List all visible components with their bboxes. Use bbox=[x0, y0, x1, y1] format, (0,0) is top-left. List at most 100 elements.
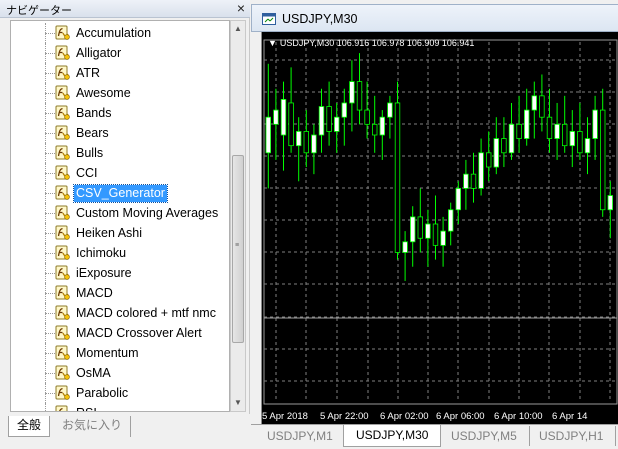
tree-branch-line bbox=[45, 233, 55, 234]
navigator-scrollbar[interactable]: ▲ ≡ ▼ bbox=[230, 20, 246, 412]
scroll-up-icon[interactable]: ▲ bbox=[231, 21, 245, 37]
custom-indicator-icon bbox=[55, 365, 70, 380]
tab-usdjpy-h1[interactable]: USDJPY,H1 bbox=[527, 426, 617, 446]
custom-indicator-icon bbox=[55, 265, 70, 280]
indicator-label: Heiken Ashi bbox=[76, 226, 143, 240]
scroll-down-icon[interactable]: ▼ bbox=[231, 395, 245, 411]
indicator-item[interactable]: Bears bbox=[11, 123, 229, 143]
indicator-item[interactable]: Momentum bbox=[11, 343, 229, 363]
candle-body bbox=[463, 173, 469, 189]
indicator-label: OsMA bbox=[76, 366, 111, 380]
x-axis-tick-label: 6 Apr 06:00 bbox=[436, 411, 485, 422]
close-icon[interactable]: × bbox=[237, 0, 245, 16]
candle-body bbox=[372, 123, 378, 136]
candle-body bbox=[349, 81, 355, 104]
candle-body bbox=[485, 152, 492, 168]
candle-body bbox=[501, 138, 507, 154]
custom-indicator-icon bbox=[55, 305, 70, 320]
indicator-label: Bands bbox=[76, 106, 112, 120]
indicator-item[interactable]: OsMA bbox=[11, 363, 229, 383]
indicator-item[interactable]: ATR bbox=[11, 63, 229, 83]
candle-body bbox=[311, 134, 317, 154]
tree-branch-line bbox=[45, 393, 55, 394]
indicator-label: Custom Moving Averages bbox=[76, 206, 219, 220]
indicator-item[interactable]: Ichimoku bbox=[11, 243, 229, 263]
indicator-item[interactable]: RSI bbox=[11, 403, 229, 411]
x-axis-tick-label: 5 Apr 2018 bbox=[262, 411, 308, 422]
tab-usdjpy-m5[interactable]: USDJPY,M5 bbox=[439, 426, 530, 446]
tree-branch-line bbox=[45, 353, 55, 354]
navigator-tabs: 全般 お気に入り bbox=[0, 414, 250, 449]
tab-all[interactable]: 全般 bbox=[8, 416, 51, 437]
indicator-label: RSI bbox=[74, 405, 99, 411]
candle-body bbox=[417, 216, 423, 239]
indicator-item[interactable]: MACD Crossover Alert bbox=[11, 323, 229, 343]
candle-body bbox=[303, 131, 309, 154]
indicator-item[interactable]: Custom Moving Averages bbox=[11, 203, 229, 223]
indicator-label: Bears bbox=[76, 126, 109, 140]
candle-body bbox=[470, 173, 477, 189]
indicator-item[interactable]: MACD bbox=[11, 283, 229, 303]
candle-body bbox=[409, 216, 416, 243]
candle-body bbox=[493, 138, 499, 168]
indicator-label: CSV_Generator bbox=[73, 184, 168, 203]
indicator-item[interactable]: iExposure bbox=[11, 263, 229, 283]
indicator-label: MACD Crossover Alert bbox=[76, 326, 202, 340]
tree-branch-line bbox=[45, 133, 55, 134]
indicator-label: Momentum bbox=[76, 346, 139, 360]
candle-body bbox=[402, 241, 408, 253]
custom-indicator-icon bbox=[55, 325, 70, 340]
indicator-item[interactable]: Bands bbox=[11, 103, 229, 123]
navigator-panel: ナビゲーター × Accumulation Alligator ATR Awesome… bbox=[0, 0, 250, 449]
tab-usdjpy-m1[interactable]: USDJPY,M1 bbox=[255, 426, 346, 446]
indicator-label: CCI bbox=[76, 166, 98, 180]
custom-indicator-icon bbox=[55, 65, 70, 80]
chart-tab-bar: USDJPY,M1 USDJPY,M30 USDJPY,M5 USDJPY,H1 bbox=[251, 424, 618, 449]
indicator-item[interactable]: Awesome bbox=[11, 83, 229, 103]
x-axis-tick-label: 6 Apr 14 bbox=[552, 411, 587, 422]
indicator-item[interactable]: Bulls bbox=[11, 143, 229, 163]
tree-guide-line bbox=[45, 403, 46, 411]
indicator-item[interactable]: MACD colored + mtf nmc bbox=[11, 303, 229, 323]
candle-body bbox=[280, 99, 287, 136]
candle-body bbox=[318, 106, 325, 136]
candle-body bbox=[334, 116, 340, 132]
custom-indicator-icon bbox=[55, 165, 70, 180]
navigator-title: ナビゲーター bbox=[6, 5, 72, 17]
indicator-tree[interactable]: Accumulation Alligator ATR Awesome Bands Bear… bbox=[10, 20, 230, 412]
candle-body bbox=[592, 109, 598, 139]
chart-titlebar[interactable]: USDJPY,M30 bbox=[251, 4, 618, 32]
tab-usdjpy-m30[interactable]: USDJPY,M30 bbox=[343, 425, 442, 447]
chart-window-title: USDJPY,M30 bbox=[282, 12, 358, 26]
candle-body bbox=[478, 152, 484, 189]
candle-body bbox=[387, 102, 393, 118]
candle-body bbox=[394, 102, 401, 253]
tree-branch-line bbox=[45, 273, 55, 274]
custom-indicator-icon bbox=[55, 45, 70, 60]
scrollbar-thumb[interactable]: ≡ bbox=[232, 155, 244, 343]
tree-branch-line bbox=[45, 293, 55, 294]
price-chart[interactable]: 5 Apr 2018 5 Apr 22:00 6 Apr 02:00 6 Apr 06… bbox=[261, 32, 618, 424]
candle-body bbox=[341, 102, 347, 118]
tree-branch-line bbox=[45, 213, 55, 214]
candle-body bbox=[577, 131, 583, 154]
candle-body bbox=[569, 131, 575, 147]
chart-canvas[interactable]: 5 Apr 2018 5 Apr 22:00 6 Apr 02:00 6 Apr 06… bbox=[262, 32, 618, 424]
indicator-item[interactable]: Alligator bbox=[11, 43, 229, 63]
custom-indicator-icon bbox=[55, 185, 70, 200]
indicator-label: MACD colored + mtf nmc bbox=[76, 306, 216, 320]
indicator-item[interactable]: Accumulation bbox=[11, 23, 229, 43]
tab-favorites[interactable]: お気に入り bbox=[54, 416, 132, 437]
tree-branch-line bbox=[45, 193, 55, 194]
indicator-item[interactable]: Parabolic bbox=[11, 383, 229, 403]
indicator-item[interactable]: CCI bbox=[11, 163, 229, 183]
triangle-down-icon: ▼ bbox=[268, 38, 277, 48]
tree-branch-line bbox=[45, 173, 55, 174]
custom-indicator-icon bbox=[55, 105, 70, 120]
tree-branch-line bbox=[45, 113, 55, 114]
indicator-item[interactable]: CSV_Generator bbox=[11, 183, 229, 203]
x-axis-tick-label: 6 Apr 02:00 bbox=[380, 411, 429, 422]
candle-body bbox=[326, 106, 332, 132]
indicator-item[interactable]: Heiken Ashi bbox=[11, 223, 229, 243]
tree-branch-line bbox=[45, 253, 55, 254]
